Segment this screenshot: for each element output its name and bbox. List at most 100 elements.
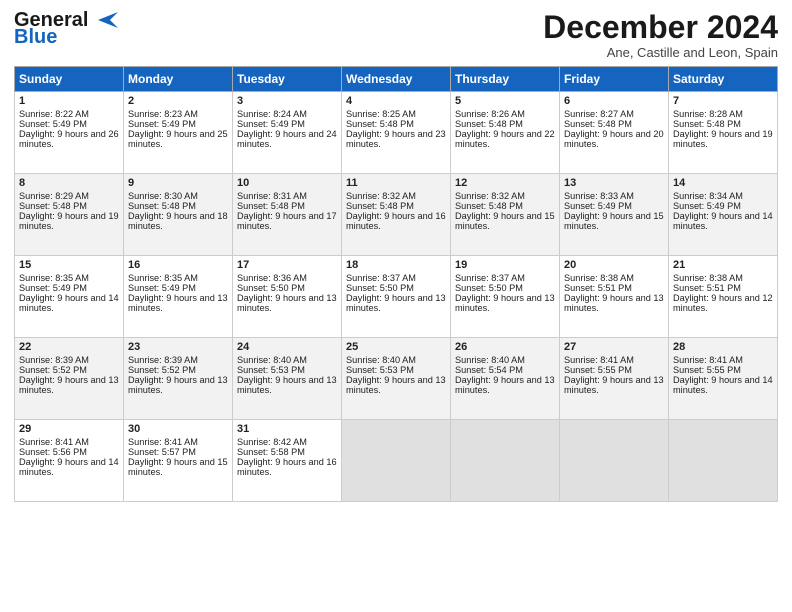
day-number: 31 xyxy=(237,423,337,435)
daylight-label: Daylight: 9 hours and 12 minutes. xyxy=(673,293,773,313)
calendar-cell: 4 Sunrise: 8:25 AM Sunset: 5:48 PM Dayli… xyxy=(342,92,451,174)
sunset-label: Sunset: 5:49 PM xyxy=(237,119,305,129)
day-number: 5 xyxy=(455,95,555,107)
sunset-label: Sunset: 5:48 PM xyxy=(19,201,87,211)
sunrise-label: Sunrise: 8:31 AM xyxy=(237,191,307,201)
calendar-cell: 20 Sunrise: 8:38 AM Sunset: 5:51 PM Dayl… xyxy=(560,256,669,338)
sunset-label: Sunset: 5:56 PM xyxy=(19,447,87,457)
sunrise-label: Sunrise: 8:24 AM xyxy=(237,109,307,119)
calendar-cell: 11 Sunrise: 8:32 AM Sunset: 5:48 PM Dayl… xyxy=(342,174,451,256)
sunset-label: Sunset: 5:49 PM xyxy=(673,201,741,211)
calendar-cell xyxy=(451,420,560,502)
calendar-week-2: 8 Sunrise: 8:29 AM Sunset: 5:48 PM Dayli… xyxy=(15,174,778,256)
calendar-cell: 10 Sunrise: 8:31 AM Sunset: 5:48 PM Dayl… xyxy=(233,174,342,256)
day-number: 24 xyxy=(237,341,337,353)
calendar-cell: 2 Sunrise: 8:23 AM Sunset: 5:49 PM Dayli… xyxy=(124,92,233,174)
day-number: 1 xyxy=(19,95,119,107)
daylight-label: Daylight: 9 hours and 13 minutes. xyxy=(128,293,228,313)
sunrise-label: Sunrise: 8:33 AM xyxy=(564,191,634,201)
calendar-cell: 13 Sunrise: 8:33 AM Sunset: 5:49 PM Dayl… xyxy=(560,174,669,256)
daylight-label: Daylight: 9 hours and 13 minutes. xyxy=(455,293,555,313)
sunset-label: Sunset: 5:49 PM xyxy=(564,201,632,211)
calendar-cell: 23 Sunrise: 8:39 AM Sunset: 5:52 PM Dayl… xyxy=(124,338,233,420)
sunrise-label: Sunrise: 8:41 AM xyxy=(564,355,634,365)
calendar-cell: 30 Sunrise: 8:41 AM Sunset: 5:57 PM Dayl… xyxy=(124,420,233,502)
col-saturday: Saturday xyxy=(669,67,778,92)
page: General Blue December 2024 Ane, Castille… xyxy=(0,0,792,612)
sunrise-label: Sunrise: 8:41 AM xyxy=(673,355,743,365)
sunset-label: Sunset: 5:48 PM xyxy=(128,201,196,211)
daylight-label: Daylight: 9 hours and 13 minutes. xyxy=(237,375,337,395)
sunrise-label: Sunrise: 8:29 AM xyxy=(19,191,89,201)
calendar-cell: 14 Sunrise: 8:34 AM Sunset: 5:49 PM Dayl… xyxy=(669,174,778,256)
sunset-label: Sunset: 5:49 PM xyxy=(128,283,196,293)
sunrise-label: Sunrise: 8:37 AM xyxy=(455,273,525,283)
sunrise-label: Sunrise: 8:26 AM xyxy=(455,109,525,119)
calendar-cell: 5 Sunrise: 8:26 AM Sunset: 5:48 PM Dayli… xyxy=(451,92,560,174)
sunrise-label: Sunrise: 8:28 AM xyxy=(673,109,743,119)
sunset-label: Sunset: 5:49 PM xyxy=(128,119,196,129)
header-row: Sunday Monday Tuesday Wednesday Thursday… xyxy=(15,67,778,92)
daylight-label: Daylight: 9 hours and 13 minutes. xyxy=(19,375,119,395)
sunset-label: Sunset: 5:48 PM xyxy=(455,201,523,211)
day-number: 16 xyxy=(128,259,228,271)
calendar-cell: 24 Sunrise: 8:40 AM Sunset: 5:53 PM Dayl… xyxy=(233,338,342,420)
calendar-cell: 25 Sunrise: 8:40 AM Sunset: 5:53 PM Dayl… xyxy=(342,338,451,420)
sunset-label: Sunset: 5:48 PM xyxy=(673,119,741,129)
logo-bird-icon xyxy=(90,10,120,30)
logo: General Blue xyxy=(14,10,120,49)
sunset-label: Sunset: 5:51 PM xyxy=(673,283,741,293)
calendar-cell: 17 Sunrise: 8:36 AM Sunset: 5:50 PM Dayl… xyxy=(233,256,342,338)
daylight-label: Daylight: 9 hours and 22 minutes. xyxy=(455,129,555,149)
sunset-label: Sunset: 5:54 PM xyxy=(455,365,523,375)
daylight-label: Daylight: 9 hours and 13 minutes. xyxy=(346,293,446,313)
calendar-cell xyxy=(560,420,669,502)
day-number: 17 xyxy=(237,259,337,271)
day-number: 10 xyxy=(237,177,337,189)
daylight-label: Daylight: 9 hours and 15 minutes. xyxy=(564,211,664,231)
sunset-label: Sunset: 5:52 PM xyxy=(128,365,196,375)
calendar-cell: 6 Sunrise: 8:27 AM Sunset: 5:48 PM Dayli… xyxy=(560,92,669,174)
sunset-label: Sunset: 5:55 PM xyxy=(564,365,632,375)
day-number: 13 xyxy=(564,177,664,189)
calendar-week-1: 1 Sunrise: 8:22 AM Sunset: 5:49 PM Dayli… xyxy=(15,92,778,174)
sunrise-label: Sunrise: 8:32 AM xyxy=(455,191,525,201)
sunrise-label: Sunrise: 8:25 AM xyxy=(346,109,416,119)
day-number: 14 xyxy=(673,177,773,189)
sunrise-label: Sunrise: 8:34 AM xyxy=(673,191,743,201)
calendar-cell: 31 Sunrise: 8:42 AM Sunset: 5:58 PM Dayl… xyxy=(233,420,342,502)
day-number: 15 xyxy=(19,259,119,271)
daylight-label: Daylight: 9 hours and 17 minutes. xyxy=(237,211,337,231)
sunrise-label: Sunrise: 8:39 AM xyxy=(19,355,89,365)
calendar-cell xyxy=(669,420,778,502)
sunrise-label: Sunrise: 8:23 AM xyxy=(128,109,198,119)
sunset-label: Sunset: 5:53 PM xyxy=(346,365,414,375)
daylight-label: Daylight: 9 hours and 13 minutes. xyxy=(455,375,555,395)
day-number: 11 xyxy=(346,177,446,189)
day-number: 22 xyxy=(19,341,119,353)
calendar-cell: 26 Sunrise: 8:40 AM Sunset: 5:54 PM Dayl… xyxy=(451,338,560,420)
daylight-label: Daylight: 9 hours and 14 minutes. xyxy=(673,375,773,395)
sunrise-label: Sunrise: 8:40 AM xyxy=(455,355,525,365)
calendar-cell: 7 Sunrise: 8:28 AM Sunset: 5:48 PM Dayli… xyxy=(669,92,778,174)
daylight-label: Daylight: 9 hours and 14 minutes. xyxy=(673,211,773,231)
day-number: 9 xyxy=(128,177,228,189)
day-number: 23 xyxy=(128,341,228,353)
calendar-cell: 28 Sunrise: 8:41 AM Sunset: 5:55 PM Dayl… xyxy=(669,338,778,420)
sunset-label: Sunset: 5:57 PM xyxy=(128,447,196,457)
sunset-label: Sunset: 5:48 PM xyxy=(237,201,305,211)
day-number: 30 xyxy=(128,423,228,435)
calendar-cell: 15 Sunrise: 8:35 AM Sunset: 5:49 PM Dayl… xyxy=(15,256,124,338)
calendar-week-3: 15 Sunrise: 8:35 AM Sunset: 5:49 PM Dayl… xyxy=(15,256,778,338)
calendar-cell: 18 Sunrise: 8:37 AM Sunset: 5:50 PM Dayl… xyxy=(342,256,451,338)
calendar-cell: 22 Sunrise: 8:39 AM Sunset: 5:52 PM Dayl… xyxy=(15,338,124,420)
sunrise-label: Sunrise: 8:22 AM xyxy=(19,109,89,119)
day-number: 8 xyxy=(19,177,119,189)
daylight-label: Daylight: 9 hours and 14 minutes. xyxy=(19,293,119,313)
sunset-label: Sunset: 5:48 PM xyxy=(455,119,523,129)
day-number: 25 xyxy=(346,341,446,353)
day-number: 4 xyxy=(346,95,446,107)
sunrise-label: Sunrise: 8:41 AM xyxy=(19,437,89,447)
col-sunday: Sunday xyxy=(15,67,124,92)
sunrise-label: Sunrise: 8:40 AM xyxy=(237,355,307,365)
